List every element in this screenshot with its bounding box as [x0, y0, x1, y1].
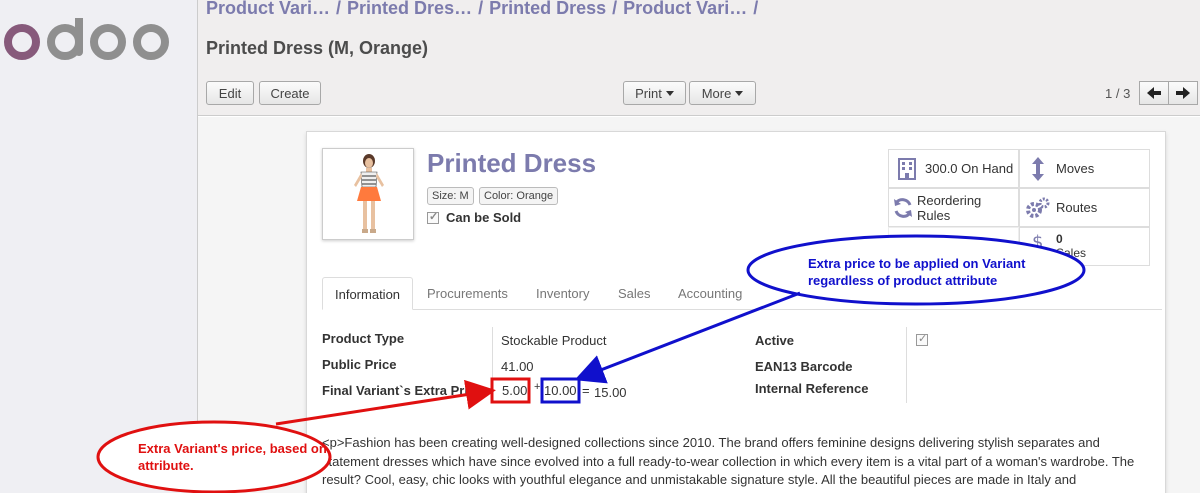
main-area: Product Vari… / Printed Dres… / Printed Dres… [198, 0, 1200, 493]
breadcrumb-item[interactable]: Printed Dres… [347, 0, 472, 18]
can-be-sold-field[interactable]: Can be Sold [427, 210, 521, 225]
cogs-icon [1026, 197, 1050, 219]
vertical-arrows-icon [1026, 156, 1050, 181]
building-icon [895, 157, 919, 180]
final-variant-extra-price-label: Final Variant`s Extra Price [322, 383, 483, 398]
svg-text:$: $ [1032, 232, 1043, 252]
routes-label: Routes [1056, 200, 1098, 215]
dress-photo [354, 154, 384, 233]
blue-callout-text: Extra price to be applied on Variant reg… [808, 256, 1026, 288]
form-sheet: Printed Dress Size: M Color: Orange Can … [306, 131, 1166, 493]
print-button[interactable]: Print [623, 81, 686, 105]
edit-button[interactable]: Edit [206, 81, 254, 105]
pager-next-button[interactable] [1168, 81, 1198, 105]
product-image[interactable] [322, 148, 414, 240]
product-description[interactable]: <p>Fashion has been creating well-design… [322, 434, 1152, 493]
attribute-tag-color: Color: Orange [479, 187, 559, 205]
create-button[interactable]: Create [259, 81, 321, 105]
breadcrumb-item[interactable]: Product Vari… [623, 0, 747, 18]
form-view: Printed Dress Size: M Color: Orange Can … [198, 117, 1200, 493]
more-button[interactable]: More [689, 81, 756, 105]
public-price-value[interactable]: 41.00 [501, 359, 534, 374]
attribute-tag-size: Size: M [427, 187, 474, 205]
dollar-icon: $ [1026, 232, 1050, 252]
breadcrumb-separator: / [612, 0, 618, 18]
breadcrumb-separator: / [753, 0, 759, 18]
breadcrumb-item[interactable]: Product Vari… [206, 0, 330, 18]
tab-sales[interactable]: Sales [606, 277, 663, 310]
can-be-sold-checkbox[interactable] [427, 210, 439, 224]
red-callout-text: Extra Variant's price, based on attribut… [138, 441, 327, 473]
breadcrumb-separator: / [478, 0, 484, 18]
reordering-rules-label: Reordering Rules [916, 192, 982, 223]
on-hand-label: 300.0 On Hand [925, 161, 1014, 176]
internal-reference-label: Internal Reference [755, 381, 869, 396]
on-hand-button[interactable]: 300.0 On Hand [888, 149, 1019, 188]
breadcrumb: Product Vari… / Printed Dres… / Printed Dres… [206, 0, 764, 19]
plus-sign: + [534, 381, 541, 393]
pager-previous-button[interactable] [1139, 81, 1169, 105]
pager-value[interactable]: 1 / 3 [1105, 86, 1130, 101]
field-divider [492, 327, 493, 403]
total-extra-price-value: 15.00 [594, 385, 627, 400]
smart-buttons: 300.0 On Hand Moves Reordering Rules Rou… [888, 149, 1150, 266]
moves-button[interactable]: Moves [1019, 149, 1150, 188]
caret-down-icon [665, 90, 674, 96]
tab-accounting[interactable]: Accounting [666, 277, 754, 310]
active-label: Active [755, 333, 795, 348]
moves-label: Moves [1056, 161, 1095, 176]
app-sidebar [0, 0, 198, 493]
reordering-rules-button[interactable]: Reordering Rules [888, 188, 1019, 227]
odoo-logo[interactable] [2, 18, 172, 66]
product-name[interactable]: Printed Dress [427, 148, 596, 179]
variant-extra-price-value[interactable]: 10.00 [544, 383, 577, 398]
tab-inventory[interactable]: Inventory [524, 277, 601, 310]
active-checkbox[interactable] [916, 332, 928, 346]
arrow-left-icon [1147, 87, 1161, 99]
page-title: Printed Dress (M, Orange) [206, 38, 429, 58]
routes-button[interactable]: Routes [1019, 188, 1150, 227]
control-panel: Product Vari… / Printed Dres… / Printed Dres… [198, 0, 1200, 116]
field-divider [906, 327, 907, 403]
caret-down-icon [735, 90, 744, 96]
refresh-icon [891, 197, 915, 219]
breadcrumb-item[interactable]: Printed Dress [489, 0, 606, 18]
product-type-value[interactable]: Stockable Product [501, 333, 607, 348]
print-label: Print [635, 85, 662, 101]
product-type-label: Product Type [322, 331, 405, 346]
equals-sign: = [582, 383, 590, 398]
arrow-right-icon [1176, 87, 1190, 99]
more-label: More [701, 85, 732, 101]
attribute-extra-price-value[interactable]: 5.00 [501, 383, 533, 401]
ean13-barcode-label: EAN13 Barcode [755, 359, 853, 374]
sales-count: 0 [1056, 232, 1063, 246]
tab-procurements[interactable]: Procurements [415, 277, 520, 310]
breadcrumb-separator: / [336, 0, 342, 18]
public-price-label: Public Price [322, 357, 397, 372]
tab-information[interactable]: Information [322, 277, 414, 310]
can-be-sold-label: Can be Sold [446, 210, 522, 225]
